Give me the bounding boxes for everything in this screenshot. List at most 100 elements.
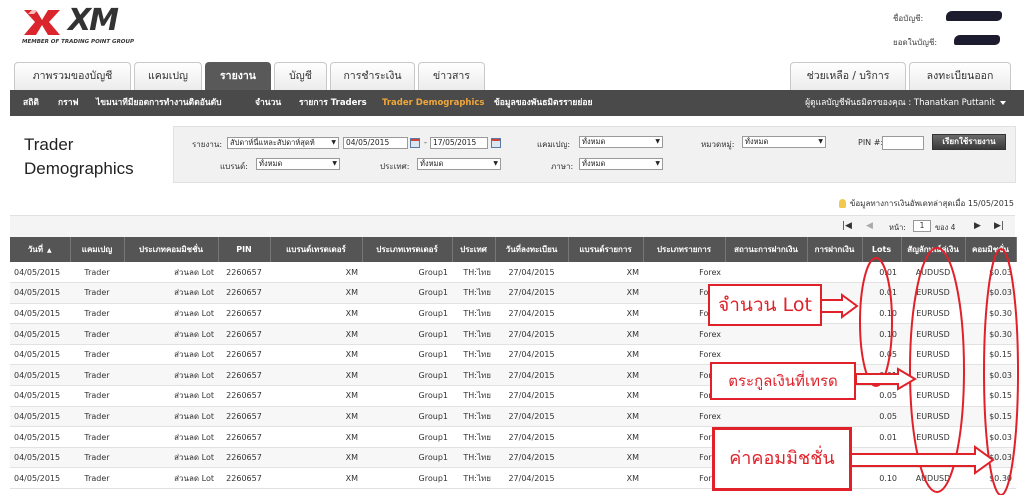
- column-header-commission[interactable]: คอมมิชชั่น: [965, 237, 1017, 262]
- table-cell: ส่วนลด Lot: [124, 447, 218, 469]
- table-cell: [807, 262, 862, 284]
- tab-payments[interactable]: การชำระเงิน: [330, 62, 415, 90]
- table-cell: 27/04/2015: [495, 447, 568, 469]
- report-period-select[interactable]: สัปดาห์นี้แหละสัปดาห์สุดท้: [227, 137, 339, 149]
- financial-update-text: ข้อมูลทางการเงินอัพเดทล่าสุดเมื่อ 15/05/…: [849, 199, 1014, 208]
- brand-select[interactable]: ทั้งหมด: [256, 158, 340, 170]
- table-cell: EURUSD: [901, 406, 965, 428]
- account-manager-menu[interactable]: ผู้ดูแลบัญชีพันธมิตรของคุณ : Thanatkan P…: [805, 90, 1006, 116]
- subnav-stats[interactable]: สถิติ: [23, 90, 39, 116]
- tab-help-service[interactable]: ช่วยเหลือ / บริการ: [790, 62, 906, 90]
- account-balance-label: ยอดในบัญชี:: [893, 38, 938, 47]
- table-cell: TH:ไทย: [452, 447, 495, 469]
- table-cell: 2260657: [218, 303, 270, 325]
- table-cell: Group1: [362, 467, 452, 490]
- table-row[interactable]: 04/05/2015 Trader ส่วนลด Lot 2260657 XM Group…: [10, 364, 1016, 387]
- table-cell: 04/05/2015: [10, 282, 70, 304]
- table-cell: 04/05/2015: [10, 426, 70, 448]
- table-cell: 0.05: [862, 406, 901, 428]
- column-header-trader-type[interactable]: ประเภทเทรดเดอร์: [362, 237, 453, 262]
- date-from-input[interactable]: 04/05/2015: [343, 137, 408, 149]
- table-cell: Forex: [643, 406, 725, 428]
- table-cell: EURUSD: [901, 426, 965, 448]
- last-page-icon[interactable]: ▶|: [994, 221, 1004, 231]
- subnav-top-performers[interactable]: ไขมนาทีมียอดการทำงานติดอันดับ: [96, 90, 222, 116]
- calendar-icon[interactable]: [491, 138, 501, 148]
- tab-accounts[interactable]: บัญชี: [274, 62, 327, 90]
- tab-news[interactable]: ข่าวสาร: [418, 62, 485, 90]
- table-row[interactable]: 04/05/2015 Trader ส่วนลด Lot 2260657 XM Group…: [10, 344, 1016, 366]
- column-header-lots[interactable]: Lots: [862, 237, 902, 262]
- table-cell: TH:ไทย: [452, 364, 495, 387]
- pin-input[interactable]: [882, 136, 924, 150]
- subnav-sub-affiliates[interactable]: ข้อมูลของพันธมิตรรายย่อย: [494, 90, 592, 116]
- column-header-commission-type[interactable]: ประเภทคอมมิชชั่น: [124, 237, 219, 262]
- run-report-button[interactable]: เรียกใช้รายงาน: [932, 134, 1006, 150]
- table-row[interactable]: 04/05/2015 Trader ส่วนลด Lot 2260657 XM Group…: [10, 303, 1016, 325]
- column-header-country[interactable]: ประเทศ: [452, 237, 496, 262]
- table-cell: ส่วนลด Lot: [124, 364, 218, 387]
- campaign-select[interactable]: ทั้งหมด: [579, 136, 663, 148]
- main-tabs: ภาพรวมของบัญชี แคมเปญ รายงาน บัญชี การชำ…: [0, 62, 1024, 90]
- tab-campaign[interactable]: แคมเปญ: [134, 62, 202, 90]
- table-cell: 2260657: [218, 282, 270, 304]
- table-cell: Trader: [70, 467, 124, 490]
- table-row[interactable]: 04/05/2015 Trader ส่วนลด Lot 2260657 XM Group…: [10, 282, 1016, 304]
- table-cell: XM: [568, 323, 643, 345]
- table-cell: 0.10: [862, 467, 901, 490]
- table-row[interactable]: 04/05/2015 Trader ส่วนลด Lot 2260657 XM Group…: [10, 406, 1016, 428]
- date-to-input[interactable]: 17/05/2015: [430, 137, 488, 149]
- table-cell: Group1: [362, 364, 452, 387]
- column-header-campaign[interactable]: แคมเปญ: [70, 237, 125, 262]
- page-number-input[interactable]: 1: [913, 220, 931, 232]
- table-row[interactable]: 04/05/2015 Trader ส่วนลด Lot 2260657 XM Group…: [10, 262, 1016, 284]
- report-label: รายงาน:: [192, 140, 223, 149]
- table-row[interactable]: 04/05/2015 Trader ส่วนลด Lot 2260657 XM Group…: [10, 323, 1016, 345]
- subnav-charts[interactable]: กราฟ: [58, 90, 79, 116]
- table-cell: Trader: [70, 344, 124, 366]
- column-header-item-type[interactable]: ประเภทรายการ: [643, 237, 726, 262]
- table-cell: Group1: [362, 447, 452, 469]
- column-header-deposit[interactable]: การฝากเงิน: [807, 237, 863, 262]
- country-select[interactable]: ทั้งหมด: [417, 158, 501, 170]
- column-header-registration-date[interactable]: วันที่ลงทะเบียน: [495, 237, 569, 262]
- annotation-lot-label: จำนวน Lot: [708, 284, 822, 326]
- column-header-currency-pair[interactable]: สัญลักษณ์คู่เงิน: [901, 237, 966, 262]
- table-cell: Group1: [362, 426, 452, 448]
- tab-account-overview[interactable]: ภาพรวมของบัญชี: [14, 62, 131, 90]
- table-row[interactable]: 04/05/2015 Trader ส่วนลด Lot 2260657 XM Group…: [10, 426, 1016, 448]
- table-cell: Group1: [362, 262, 452, 284]
- calendar-icon[interactable]: [410, 138, 420, 148]
- subnav-volume[interactable]: จำนวน: [255, 90, 281, 116]
- column-header-deposit-status[interactable]: สถานะการฝากเงิน: [725, 237, 808, 262]
- first-page-icon[interactable]: |◀: [842, 221, 852, 231]
- table-cell: 2260657: [218, 344, 270, 366]
- table-cell: XM: [568, 364, 643, 387]
- column-header-pin[interactable]: PIN: [218, 237, 271, 262]
- table-row[interactable]: 04/05/2015 Trader ส่วนลด Lot 2260657 XM Group…: [10, 467, 1016, 490]
- table-cell: [807, 406, 862, 428]
- table-cell: $0.30: [965, 467, 1016, 490]
- column-header-date[interactable]: วันที่ ▲: [10, 237, 71, 262]
- language-select[interactable]: ทั้งหมด: [579, 158, 663, 170]
- tab-logout[interactable]: ลงทะเบียนออก: [909, 62, 1011, 90]
- page-of-text: ของ 4: [935, 223, 956, 232]
- table-cell: ส่วนลด Lot: [124, 385, 218, 407]
- table-cell: Trader: [70, 303, 124, 325]
- table-cell: XM: [270, 426, 362, 448]
- table-cell: [725, 262, 807, 284]
- annotation-pair-label: ตระกูลเงินที่เทรด: [710, 362, 856, 400]
- table-cell: TH:ไทย: [452, 303, 495, 325]
- table-cell: XM: [270, 406, 362, 428]
- prev-page-icon[interactable]: ◀: [866, 221, 873, 231]
- table-row[interactable]: 04/05/2015 Trader ส่วนลด Lot 2260657 XM Group…: [10, 447, 1016, 469]
- subnav-traders-list[interactable]: รายการ Traders: [299, 90, 367, 116]
- column-header-item-brand[interactable]: แบรนด์รายการ: [568, 237, 644, 262]
- column-header-trader-brand[interactable]: แบรนด์เทรดเดอร์: [270, 237, 363, 262]
- next-page-icon[interactable]: ▶: [974, 221, 981, 231]
- category-select[interactable]: ทั้งหมด: [742, 136, 826, 148]
- xm-logo[interactable]: XM MEMBER OF TRADING POINT GROUP: [22, 3, 142, 48]
- table-row[interactable]: 04/05/2015 Trader ส่วนลด Lot 2260657 XM Group…: [10, 385, 1016, 407]
- tab-reports[interactable]: รายงาน: [205, 62, 271, 90]
- subnav-trader-demographics[interactable]: Trader Demographics: [382, 90, 484, 116]
